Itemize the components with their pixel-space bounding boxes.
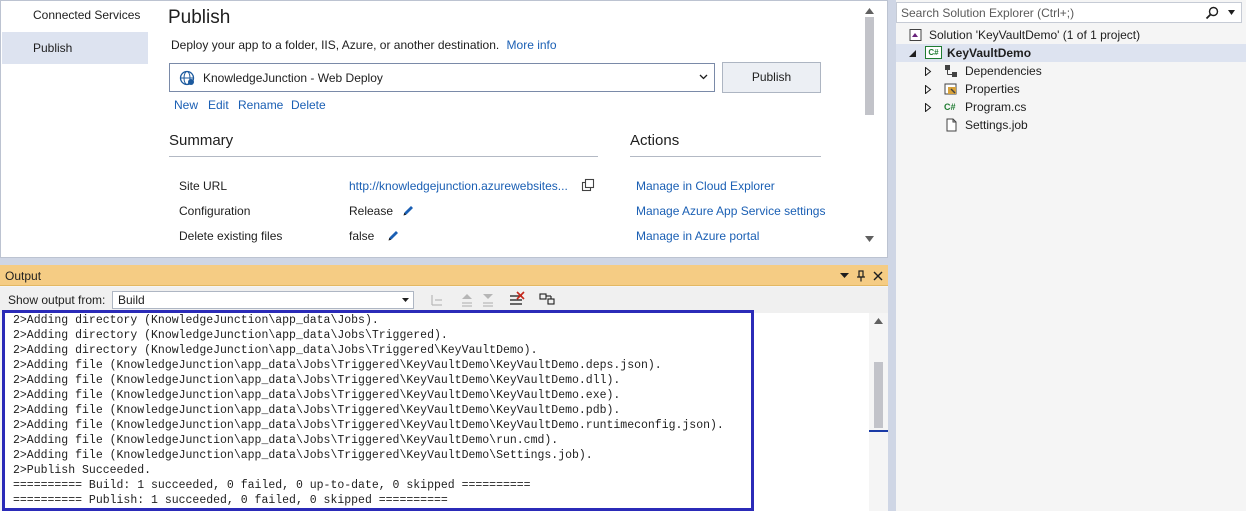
tree-item-label: Properties — [965, 82, 1020, 96]
output-line: 2>Adding file (KnowledgeJunction\app_dat… — [13, 434, 559, 447]
publish-scroll-thumb[interactable] — [865, 17, 874, 115]
csharp-file-icon: C# — [944, 102, 956, 112]
manage-in-azure-portal-link[interactable]: Manage in Azure portal — [636, 229, 759, 243]
chevron-down-icon — [402, 298, 409, 302]
edit-profile-link[interactable]: Edit — [208, 98, 229, 112]
solution-node[interactable]: Solution 'KeyVaultDemo' (1 of 1 project) — [896, 26, 1246, 44]
output-line: ========== Publish: 1 succeeded, 0 faile… — [13, 494, 448, 507]
rename-profile-link[interactable]: Rename — [238, 98, 283, 112]
pin-icon[interactable] — [856, 270, 866, 282]
tree-item-settings-job[interactable]: Settings.job — [896, 116, 1246, 134]
output-line: 2>Adding file (KnowledgeJunction\app_dat… — [13, 449, 593, 462]
configuration-value: Release — [349, 204, 394, 218]
delete-existing-files-value: false — [349, 229, 375, 243]
web-deploy-icon — [179, 70, 195, 85]
project-node[interactable]: C# KeyVaultDemo — [896, 44, 1246, 62]
manage-in-cloud-explorer-link[interactable]: Manage in Cloud Explorer — [636, 179, 775, 193]
scroll-up-icon[interactable] — [865, 8, 874, 14]
scroll-position-marker — [869, 430, 888, 432]
site-url-link[interactable]: http://knowledgejunction.azurewebsites..… — [349, 179, 568, 193]
solution-icon — [909, 29, 922, 41]
output-line: 2>Adding directory (KnowledgeJunction\ap… — [13, 344, 538, 357]
expand-arrow-icon[interactable] — [924, 103, 932, 112]
close-icon[interactable] — [873, 271, 883, 281]
find-message-icon[interactable] — [428, 291, 446, 309]
output-source-select[interactable]: Build — [112, 291, 414, 309]
search-icon[interactable] — [1205, 6, 1219, 20]
properties-icon — [944, 83, 957, 95]
solution-label: Solution 'KeyVaultDemo' (1 of 1 project) — [929, 28, 1141, 42]
tree-item-label: Settings.job — [965, 118, 1028, 132]
nav-item-publish[interactable]: Publish — [2, 32, 148, 64]
delete-profile-link[interactable]: Delete — [291, 98, 326, 112]
output-line: 2>Publish Succeeded. — [13, 464, 152, 477]
configuration-label: Configuration — [179, 204, 251, 218]
tree-item-label: Dependencies — [965, 64, 1042, 78]
output-line: 2>Adding file (KnowledgeJunction\app_dat… — [13, 389, 621, 402]
page-title: Publish — [168, 7, 231, 28]
csharp-project-icon: C# — [925, 46, 942, 59]
publish-button[interactable]: Publish — [722, 62, 821, 93]
output-line: 2>Adding directory (KnowledgeJunction\ap… — [13, 314, 379, 327]
output-line: 2>Adding file (KnowledgeJunction\app_dat… — [13, 359, 662, 372]
output-title-bar — [0, 265, 888, 286]
tree-item-dependencies[interactable]: Dependencies — [896, 62, 1246, 80]
output-line: 2>Adding file (KnowledgeJunction\app_dat… — [13, 404, 621, 417]
edit-configuration-pencil-icon[interactable] — [402, 204, 415, 217]
solution-search-box[interactable] — [896, 2, 1242, 23]
expand-arrow-icon[interactable] — [924, 85, 932, 94]
expand-arrow-icon[interactable] — [924, 67, 932, 76]
show-output-from-label: Show output from: — [8, 293, 106, 307]
output-line: 2>Adding directory (KnowledgeJunction\ap… — [13, 329, 448, 342]
scroll-down-icon[interactable] — [865, 236, 874, 242]
more-info-link[interactable]: More info — [507, 38, 557, 52]
tree-item-program-cs[interactable]: C# Program.cs — [896, 98, 1246, 116]
output-line: ========== Build: 1 succeeded, 0 failed,… — [13, 479, 531, 492]
file-icon — [946, 118, 957, 132]
manage-app-service-settings-link[interactable]: Manage Azure App Service settings — [636, 204, 825, 218]
publish-description: Deploy your app to a folder, IIS, Azure,… — [171, 38, 557, 52]
collapse-arrow-icon[interactable] — [908, 49, 916, 58]
output-scroll-thumb[interactable] — [874, 362, 883, 428]
actions-heading: Actions — [630, 132, 821, 157]
copy-icon[interactable] — [581, 178, 595, 192]
site-url-label: Site URL — [179, 179, 228, 193]
tree-item-properties[interactable]: Properties — [896, 80, 1246, 98]
clear-all-icon[interactable] — [508, 291, 526, 309]
search-options-icon[interactable] — [1228, 10, 1235, 15]
window-menu-icon[interactable] — [840, 272, 849, 279]
chevron-down-icon — [699, 74, 708, 80]
output-source-value: Build — [118, 293, 145, 307]
previous-message-icon[interactable] — [458, 291, 476, 309]
output-line: 2>Adding file (KnowledgeJunction\app_dat… — [13, 374, 621, 387]
solution-search-input[interactable] — [901, 5, 1211, 20]
scroll-up-icon[interactable] — [874, 318, 883, 324]
delete-existing-files-label: Delete existing files — [179, 229, 283, 243]
description-text: Deploy your app to a folder, IIS, Azure,… — [171, 38, 500, 52]
summary-heading: Summary — [169, 132, 598, 157]
project-label: KeyVaultDemo — [947, 46, 1032, 60]
next-message-icon[interactable] — [479, 291, 497, 309]
dependencies-icon — [945, 65, 957, 77]
output-line: 2>Adding file (KnowledgeJunction\app_dat… — [13, 419, 724, 432]
edit-delete-files-pencil-icon[interactable] — [387, 229, 400, 242]
new-profile-link[interactable]: New — [174, 98, 198, 112]
output-text-area[interactable]: 2>Adding directory (KnowledgeJunction\ap… — [3, 313, 869, 511]
tree-item-label: Program.cs — [965, 100, 1027, 114]
publish-profile-dropdown[interactable]: KnowledgeJunction - Web Deploy — [169, 63, 715, 92]
output-title: Output — [5, 269, 42, 283]
selected-profile: KnowledgeJunction - Web Deploy — [203, 70, 383, 85]
nav-item-connected-services[interactable]: Connected Services — [2, 0, 148, 31]
word-wrap-icon[interactable] — [538, 291, 556, 309]
